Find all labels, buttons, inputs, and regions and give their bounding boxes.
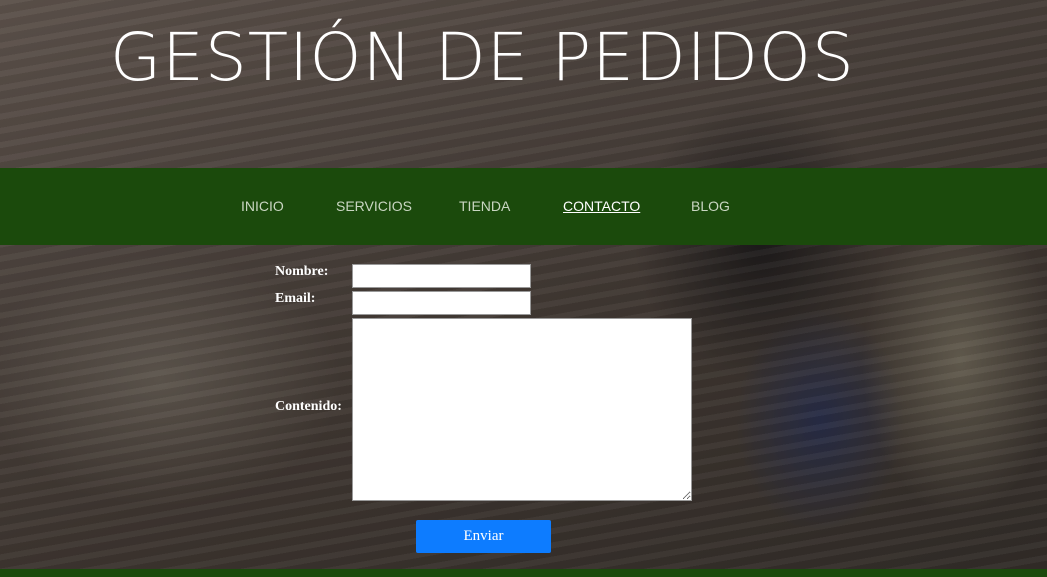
email-field[interactable]: [352, 291, 531, 315]
nav-item-tienda[interactable]: TIENDA: [459, 198, 510, 214]
nav-item-contacto[interactable]: CONTACTO: [563, 198, 640, 214]
email-label: Email:: [275, 291, 316, 306]
footer-bar: [0, 569, 1047, 577]
nav-item-blog[interactable]: BLOG: [691, 198, 730, 214]
content-label: Contenido:: [275, 399, 342, 414]
content-textarea[interactable]: [352, 318, 692, 501]
submit-button[interactable]: Enviar: [416, 520, 551, 553]
nav-item-servicios[interactable]: SERVICIOS: [336, 198, 412, 214]
nav-item-inicio[interactable]: INICIO: [241, 198, 284, 214]
main-navigation: INICIO SERVICIOS TIENDA CONTACTO BLOG: [0, 168, 1047, 245]
name-field[interactable]: [352, 264, 531, 288]
page-title: GESTIÓN DE PEDIDOS: [110, 19, 855, 96]
name-label: Nombre:: [275, 264, 329, 279]
